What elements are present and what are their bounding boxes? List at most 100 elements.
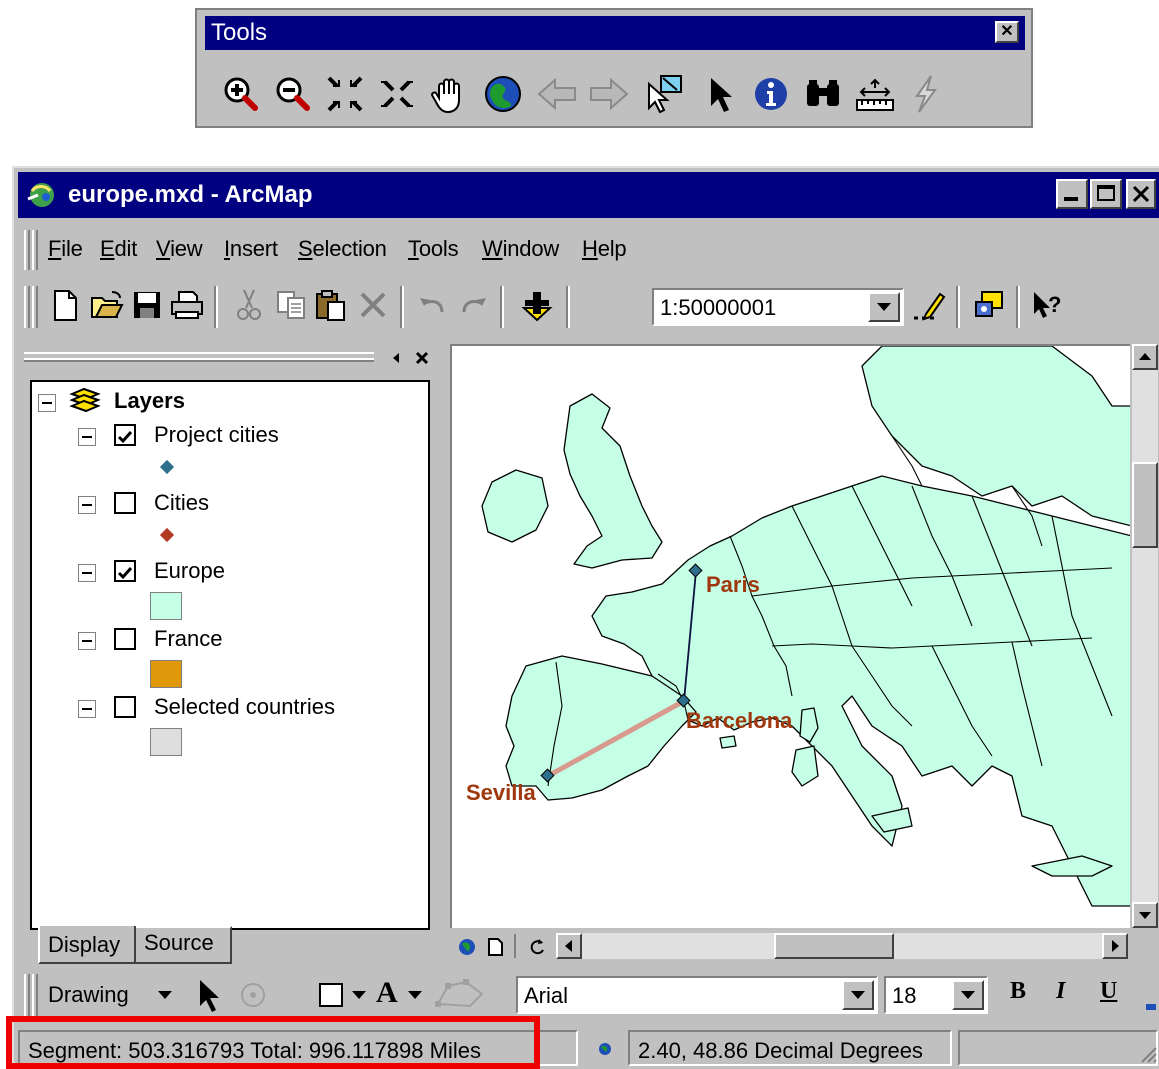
chevron-down-icon[interactable] <box>350 988 368 1002</box>
menu-edit[interactable]: Edit <box>100 236 137 262</box>
map-scale-combobox[interactable]: 1:50000001 <box>652 288 904 326</box>
menu-window[interactable]: Window <box>482 236 559 262</box>
toc-close-icon[interactable] <box>414 350 430 366</box>
size-dropdown-button[interactable] <box>952 980 984 1010</box>
pan-icon[interactable] <box>427 72 471 116</box>
text-tool-icon[interactable]: A <box>376 976 398 1010</box>
new-document-icon[interactable] <box>46 286 84 324</box>
back-icon[interactable] <box>535 72 579 116</box>
paste-icon[interactable] <box>312 286 350 324</box>
layer-visibility-checkbox[interactable] <box>114 424 136 446</box>
layer-name-europe[interactable]: Europe <box>154 558 225 584</box>
scroll-left-button[interactable] <box>556 933 582 959</box>
toc-collapse-icon[interactable] <box>388 350 404 366</box>
menu-view[interactable]: View <box>156 236 203 262</box>
horizontal-scroll-thumb[interactable] <box>774 933 894 959</box>
arccatalog-icon[interactable] <box>970 286 1008 324</box>
menu-help[interactable]: Help <box>582 236 627 262</box>
underline-button[interactable]: U <box>1100 978 1117 1005</box>
layout-view-icon[interactable] <box>484 936 506 958</box>
print-icon[interactable] <box>168 286 206 324</box>
redo-icon[interactable] <box>454 286 492 324</box>
scroll-down-button[interactable] <box>1132 902 1158 928</box>
toc-dock-grip-2[interactable] <box>24 358 374 362</box>
find-icon[interactable] <box>801 72 845 116</box>
map-display[interactable]: Paris Barcelona Sevilla <box>450 344 1130 928</box>
italic-button[interactable]: I <box>1056 978 1065 1005</box>
open-folder-icon[interactable] <box>88 286 126 324</box>
hyperlink-icon[interactable] <box>903 72 947 116</box>
add-data-icon[interactable] <box>518 286 556 324</box>
scroll-right-button[interactable] <box>1102 933 1128 959</box>
resize-grip-icon[interactable] <box>1136 1042 1158 1068</box>
minimize-button[interactable] <box>1056 179 1088 209</box>
full-extent-icon[interactable] <box>481 72 525 116</box>
expander-collapse-icon[interactable] <box>78 428 96 446</box>
scale-dropdown-button[interactable] <box>868 292 900 322</box>
expander-collapse-icon[interactable] <box>78 564 96 582</box>
rectangle-tool-icon[interactable] <box>314 978 348 1012</box>
close-icon[interactable]: ✕ <box>995 21 1019 43</box>
layer-name-selected-countries[interactable]: Selected countries <box>154 694 335 720</box>
edit-vertices-icon[interactable] <box>430 976 490 1014</box>
expander-collapse-icon[interactable] <box>38 394 56 412</box>
drawing-toolbar-grip-2[interactable] <box>32 974 38 1016</box>
layer-visibility-checkbox[interactable] <box>114 492 136 514</box>
tab-source[interactable]: Source <box>136 926 232 964</box>
chevron-down-icon[interactable] <box>406 988 424 1002</box>
fixed-zoom-out-icon[interactable] <box>375 72 419 116</box>
copy-icon[interactable] <box>272 286 310 324</box>
rotate-icon[interactable] <box>236 978 270 1012</box>
title-bar[interactable]: europe.mxd - ArcMap <box>18 172 1159 218</box>
zoom-in-icon[interactable] <box>219 72 263 116</box>
map-vertical-scrollbar[interactable] <box>1132 344 1158 928</box>
cut-icon[interactable] <box>230 286 268 324</box>
select-elements-icon[interactable] <box>699 72 743 116</box>
drawing-menu[interactable]: Drawing <box>48 982 129 1008</box>
refresh-icon[interactable] <box>526 936 548 958</box>
fixed-zoom-in-icon[interactable] <box>323 72 367 116</box>
font-color-icon[interactable] <box>1142 998 1156 1016</box>
select-elements-icon[interactable] <box>194 976 224 1014</box>
save-icon[interactable] <box>128 286 166 324</box>
measure-icon[interactable] <box>853 72 897 116</box>
tab-display[interactable]: Display <box>38 926 136 964</box>
standard-toolbar-grip-2[interactable] <box>32 286 38 328</box>
drawing-toolbar-grip[interactable] <box>24 974 30 1016</box>
layer-name-france[interactable]: France <box>154 626 222 652</box>
zoom-out-icon[interactable] <box>271 72 315 116</box>
whats-this-help-icon[interactable]: ? <box>1028 286 1066 324</box>
select-features-icon[interactable] <box>643 72 687 116</box>
expander-collapse-icon[interactable] <box>78 632 96 650</box>
forward-icon[interactable] <box>587 72 631 116</box>
close-button[interactable] <box>1126 179 1156 209</box>
menu-insert[interactable]: Insert <box>224 236 278 262</box>
font-dropdown-button[interactable] <box>842 980 874 1010</box>
scroll-up-button[interactable] <box>1132 344 1158 370</box>
editor-toolbar-icon[interactable] <box>910 286 948 324</box>
font-size-combobox[interactable]: 18 <box>884 976 988 1014</box>
layer-visibility-checkbox[interactable] <box>114 628 136 650</box>
bold-button[interactable]: B <box>1010 978 1026 1005</box>
standard-toolbar-grip[interactable] <box>24 286 30 328</box>
tools-toolbar-title-bar[interactable]: Tools ✕ <box>205 16 1025 50</box>
expander-collapse-icon[interactable] <box>78 700 96 718</box>
layers-root-label[interactable]: Layers <box>114 388 185 414</box>
maximize-button[interactable] <box>1090 179 1122 209</box>
menu-bar-grip-2[interactable] <box>32 230 38 270</box>
layer-name-cities[interactable]: Cities <box>154 490 209 516</box>
layer-name-project-cities[interactable]: Project cities <box>154 422 279 448</box>
delete-icon[interactable] <box>354 286 392 324</box>
menu-tools[interactable]: Tools <box>408 236 459 262</box>
menu-selection[interactable]: Selection <box>298 236 387 262</box>
vertical-scroll-thumb[interactable] <box>1132 462 1158 548</box>
identify-icon[interactable] <box>749 72 793 116</box>
data-view-icon[interactable] <box>456 936 478 958</box>
layer-visibility-checkbox[interactable] <box>114 696 136 718</box>
undo-icon[interactable] <box>414 286 452 324</box>
font-name-combobox[interactable]: Arial <box>516 976 878 1014</box>
menu-bar-grip[interactable] <box>24 230 30 270</box>
chevron-down-icon[interactable] <box>156 988 174 1002</box>
expander-collapse-icon[interactable] <box>78 496 96 514</box>
layer-visibility-checkbox[interactable] <box>114 560 136 582</box>
